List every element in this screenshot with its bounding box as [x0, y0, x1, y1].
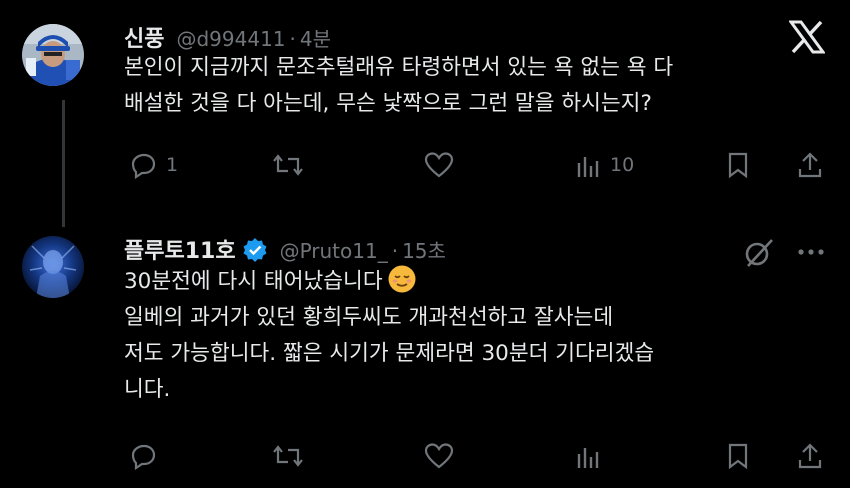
views-button[interactable]: 10: [574, 147, 634, 183]
tweet-text: 본인이 지금까지 문조추털래유 타령하면서 있는 욕 없는 욕 다 배설한 것을…: [124, 50, 673, 122]
bookmark-icon: [728, 443, 748, 470]
thread-line: [62, 100, 65, 227]
view-count: 10: [610, 154, 635, 176]
retweet-button[interactable]: [272, 438, 304, 474]
tweet-text: 30분전에 다시 태어났습니다 일베의 과거가 있던 황희두씨도 개과천선하고 …: [124, 264, 654, 408]
retweet-button[interactable]: [272, 147, 304, 183]
action-bar: [124, 438, 830, 474]
tweet-2[interactable]: 플루토11호 @Pruto11_ · 15초 30분전에 다시 태어났습니다 일…: [0, 215, 850, 488]
share-icon: [798, 443, 822, 469]
retweet-icon: [273, 154, 303, 176]
grok-icon[interactable]: [742, 236, 776, 270]
action-bar: 1 10: [124, 147, 830, 183]
tweet-text-line: 니다.: [124, 377, 171, 402]
timestamp[interactable]: 15초: [402, 235, 446, 264]
separator: ·: [289, 27, 296, 51]
relieved-face-emoji-icon: [388, 265, 416, 293]
verified-badge-icon: [243, 238, 267, 262]
bookmark-icon: [728, 152, 748, 179]
bookmark-button[interactable]: [724, 438, 752, 474]
more-icon[interactable]: [794, 242, 828, 262]
like-icon: [424, 152, 454, 178]
tweet-header: 플루토11호 @Pruto11_ · 15초: [124, 232, 446, 266]
user-handle[interactable]: @d994411: [176, 27, 285, 51]
timestamp[interactable]: 4분: [300, 23, 331, 52]
tweet-text-line: 30분전에 다시 태어났습니다: [124, 264, 654, 300]
retweet-icon: [273, 445, 303, 467]
share-button[interactable]: [796, 147, 824, 183]
user-handle[interactable]: @Pruto11_: [280, 239, 388, 263]
like-icon: [424, 443, 454, 469]
reply-icon: [131, 444, 156, 470]
share-icon: [798, 152, 822, 178]
tweet-text-segment: 30분전에 다시 태어났습니다: [124, 269, 383, 294]
separator: ·: [391, 239, 399, 263]
avatar[interactable]: [22, 236, 84, 298]
avatar-image: [22, 24, 84, 86]
reply-count: 1: [166, 154, 179, 176]
display-name[interactable]: 플루토11호: [124, 233, 236, 265]
x-logo-icon[interactable]: [789, 20, 825, 54]
reply-icon: [131, 153, 156, 179]
display-name[interactable]: 신풍: [124, 21, 164, 53]
avatar[interactable]: [22, 24, 84, 86]
bookmark-button[interactable]: [724, 147, 752, 183]
share-button[interactable]: [796, 438, 824, 474]
reply-button[interactable]: [130, 438, 158, 474]
views-icon: [577, 448, 599, 468]
reply-button[interactable]: 1: [130, 147, 178, 183]
avatar-image: [22, 236, 84, 298]
tweet-text-line: 배설한 것을 다 아는데, 무슨 낯짝으로 그런 말을 하시는지?: [124, 91, 652, 116]
like-button[interactable]: [424, 147, 454, 183]
tweet-1[interactable]: 신풍 @d994411 · 4분 본인이 지금까지 문조추털래유 타령하면서 있…: [0, 0, 850, 227]
tweet-text-line: 일베의 과거가 있던 황희두씨도 개과천선하고 잘사는데: [124, 305, 614, 330]
tweet-text-line: 저도 가능합니다. 짧은 시기가 문제라면 30분더 기다리겠습: [124, 341, 655, 366]
tweet-text-line: 본인이 지금까지 문조추털래유 타령하면서 있는 욕 없는 욕 다: [124, 55, 674, 80]
views-icon: [577, 157, 599, 177]
views-button[interactable]: [574, 438, 602, 474]
like-button[interactable]: [424, 438, 454, 474]
